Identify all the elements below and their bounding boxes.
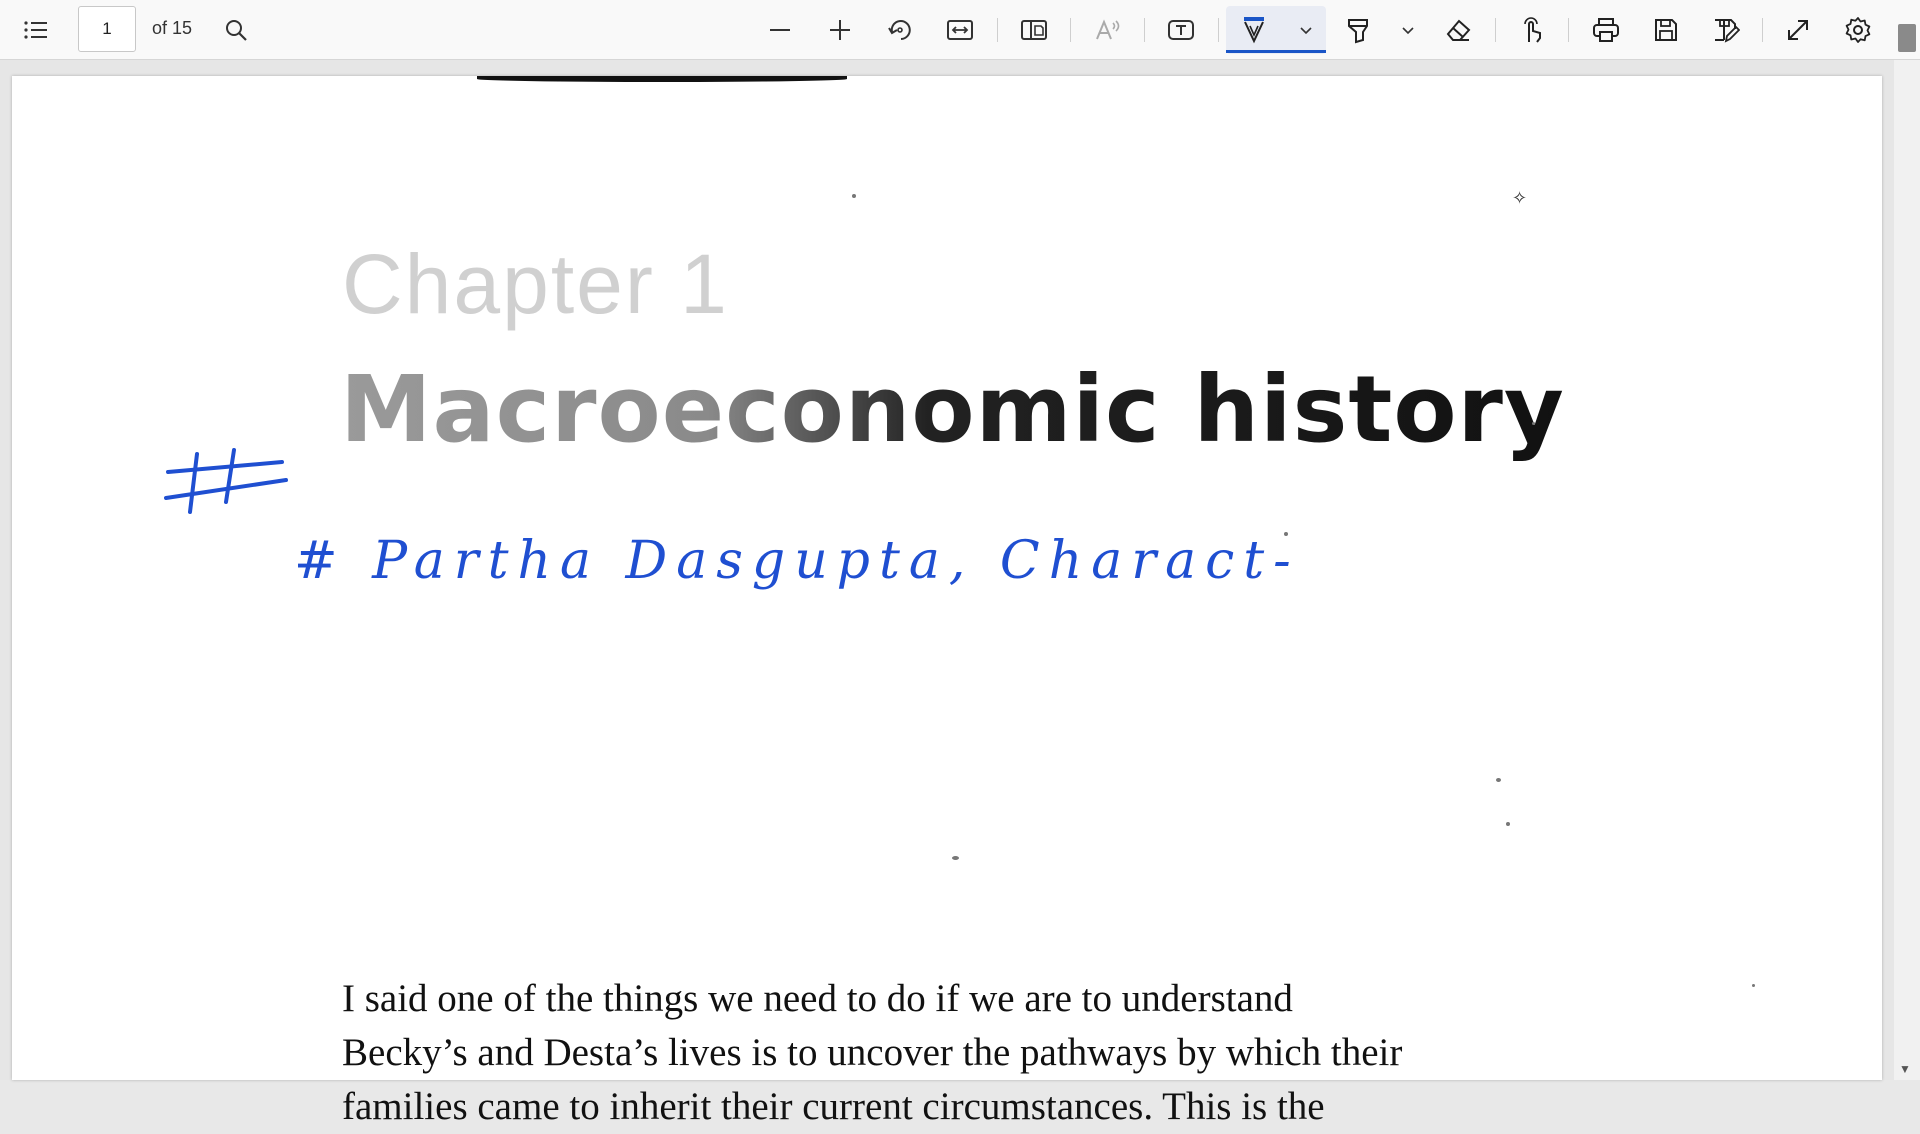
erase-button[interactable] xyxy=(1434,6,1482,54)
highlight-icon xyxy=(1348,19,1368,44)
scan-speck xyxy=(1284,532,1288,536)
draw-options-chevron-icon xyxy=(1300,27,1312,35)
vertical-scrollbar[interactable] xyxy=(1894,60,1920,1080)
touch-write-button[interactable] xyxy=(1508,6,1556,54)
pdf-toolbar: of 15 xyxy=(0,0,1920,60)
zoom-out-icon xyxy=(770,29,790,31)
highlight-options-button[interactable] xyxy=(1384,6,1432,54)
scan-speck xyxy=(1532,422,1535,425)
zoom-out-button[interactable] xyxy=(756,6,804,54)
page-number-input[interactable] xyxy=(78,6,136,52)
search-icon xyxy=(226,20,247,41)
print-button[interactable] xyxy=(1582,6,1630,54)
contents-button[interactable] xyxy=(12,6,60,54)
scan-speck xyxy=(1752,984,1755,987)
chapter-title: Macroeconomic history xyxy=(340,356,1565,463)
toolbar-divider xyxy=(1762,18,1763,42)
read-aloud-button[interactable] xyxy=(1084,6,1132,54)
print-icon xyxy=(1593,18,1619,42)
save-icon xyxy=(1655,19,1677,41)
page-count-label: of 15 xyxy=(152,18,193,38)
zoom-in-button[interactable] xyxy=(816,6,864,54)
full-screen-icon xyxy=(1788,20,1808,40)
toolbar-divider xyxy=(997,18,998,42)
ink-handwritten-note: # Partha Dasgupta, Charact- xyxy=(294,531,1300,591)
highlight-options-chevron-icon xyxy=(1402,27,1414,35)
scan-speck xyxy=(952,856,959,860)
body-line: Becky’s and Desta’s lives is to uncover … xyxy=(342,1031,1403,1074)
save-as-button[interactable] xyxy=(1702,6,1750,54)
pdf-page[interactable]: ✧ Chapter 1 Macroeconomic history # Part… xyxy=(12,76,1882,1128)
scan-edge-mark xyxy=(477,76,847,82)
settings-button[interactable] xyxy=(1834,6,1882,54)
ink-hash-annotation xyxy=(164,448,288,514)
touch-write-icon xyxy=(1524,17,1541,43)
chapter-label: Chapter 1 xyxy=(342,237,729,331)
toolbar-divider xyxy=(1144,18,1145,42)
body-line: I said one of the things we need to do i… xyxy=(342,977,1293,1020)
rotate-button[interactable] xyxy=(876,6,924,54)
fit-width-icon xyxy=(947,20,973,40)
zoom-in-icon xyxy=(830,20,850,40)
scrollbar-thumb[interactable] xyxy=(1898,24,1916,52)
highlight-button[interactable] xyxy=(1334,6,1382,54)
scroll-down-arrow-icon[interactable]: ▼ xyxy=(1899,1062,1911,1076)
scan-speck xyxy=(852,194,856,198)
text-box-icon xyxy=(1168,20,1194,40)
eraser-icon xyxy=(1446,19,1471,41)
sparkle-icon: ✧ xyxy=(1512,188,1528,208)
fit-width-button[interactable] xyxy=(936,6,984,54)
body-line: families came to inherit their current c… xyxy=(342,1085,1325,1128)
draw-options-button[interactable] xyxy=(1282,6,1330,54)
settings-icon xyxy=(1845,17,1871,43)
read-aloud-icon xyxy=(1096,19,1120,40)
save-as-icon xyxy=(1715,19,1740,43)
toolbar-divider xyxy=(1495,18,1496,42)
toolbar-divider xyxy=(1070,18,1071,42)
rotate-icon xyxy=(888,20,911,40)
scan-speck xyxy=(1496,778,1501,782)
body-paragraph: I said one of the things we need to do i… xyxy=(342,972,1562,1134)
draw-button[interactable] xyxy=(1230,6,1278,54)
save-button[interactable] xyxy=(1642,6,1690,54)
full-screen-button[interactable] xyxy=(1774,6,1822,54)
page-view-button[interactable] xyxy=(1010,6,1058,54)
draw-icon xyxy=(1244,17,1264,44)
contents-list-icon xyxy=(24,21,47,39)
toolbar-divider xyxy=(1568,18,1569,42)
page-view-icon xyxy=(1021,20,1047,40)
text-box-button[interactable] xyxy=(1157,6,1205,54)
toolbar-divider xyxy=(1218,18,1219,42)
search-button[interactable] xyxy=(212,6,260,54)
scan-speck xyxy=(1506,822,1510,826)
